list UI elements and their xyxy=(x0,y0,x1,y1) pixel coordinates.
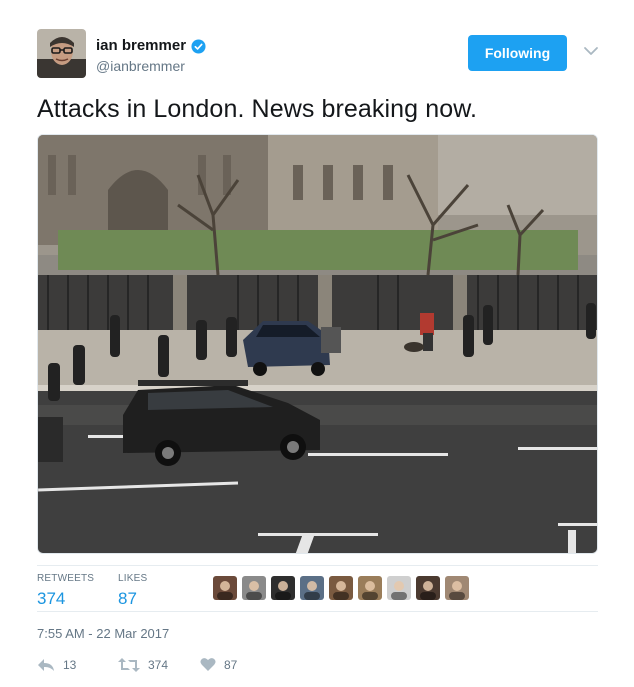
liker-avatar[interactable] xyxy=(213,576,237,600)
liker-avatar[interactable] xyxy=(445,576,469,600)
reply-icon[interactable] xyxy=(37,657,55,673)
like-action[interactable]: 87 xyxy=(200,657,237,672)
likes-label[interactable]: LIKES xyxy=(118,573,147,585)
reply-count: 13 xyxy=(63,658,77,672)
divider xyxy=(37,565,598,566)
display-name[interactable]: ian bremmer xyxy=(96,38,186,54)
user-info[interactable]: ian bremmer @ianbremmer xyxy=(96,38,206,74)
likes-stat[interactable]: LIKES 87 xyxy=(118,573,147,609)
retweet-count: 374 xyxy=(148,658,169,672)
retweet-action[interactable]: 374 xyxy=(118,657,168,673)
liker-avatar[interactable] xyxy=(358,576,382,600)
reply-action[interactable]: 13 xyxy=(37,657,76,673)
likers-list xyxy=(213,576,469,600)
tweet-timestamp[interactable]: 7:55 AM - 22 Mar 2017 xyxy=(37,626,169,641)
following-button[interactable]: Following xyxy=(468,35,567,71)
like-count: 87 xyxy=(224,657,238,672)
retweets-stat[interactable]: RETWEETS 374 xyxy=(37,573,94,609)
tweet-photo[interactable] xyxy=(37,134,598,554)
verified-badge-icon xyxy=(191,38,206,54)
user-handle[interactable]: @ianbremmer xyxy=(96,58,206,74)
liker-avatar[interactable] xyxy=(242,576,266,600)
liker-avatar[interactable] xyxy=(329,576,353,600)
heart-icon[interactable] xyxy=(200,657,216,672)
retweets-count[interactable]: 374 xyxy=(37,589,94,609)
display-name-row[interactable]: ian bremmer xyxy=(96,38,206,54)
likes-count[interactable]: 87 xyxy=(118,589,147,609)
liker-avatar[interactable] xyxy=(300,576,324,600)
retweet-icon[interactable] xyxy=(118,657,140,673)
retweets-label[interactable]: RETWEETS xyxy=(37,573,94,585)
liker-avatar[interactable] xyxy=(271,576,295,600)
divider xyxy=(37,611,598,612)
chevron-down-icon[interactable] xyxy=(583,45,599,57)
liker-avatar[interactable] xyxy=(416,576,440,600)
avatar[interactable] xyxy=(37,29,86,78)
tweet-text: Attacks in London. News breaking now. xyxy=(37,95,478,123)
liker-avatar[interactable] xyxy=(387,576,411,600)
